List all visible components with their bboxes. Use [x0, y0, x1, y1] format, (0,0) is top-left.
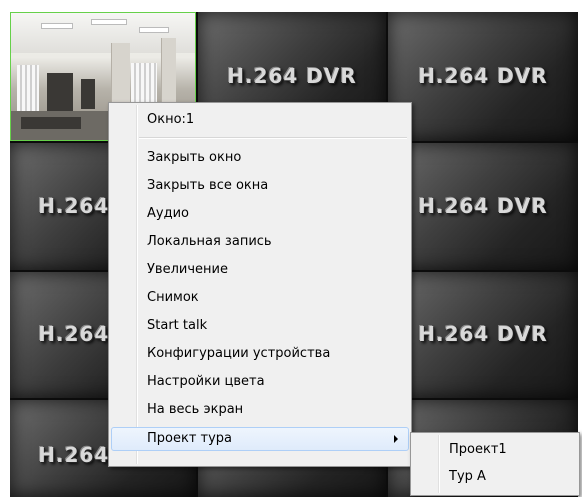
menu-item-color-settings[interactable]: Настройки цвета [111, 370, 409, 394]
menu-header-window: Окно:1 [147, 112, 195, 127]
menu-item-local-record[interactable]: Локальная запись [111, 230, 409, 254]
menu-item-label: Проект тура [147, 431, 233, 446]
menu-item-snapshot[interactable]: Снимок [111, 286, 409, 310]
menu-separator [139, 137, 407, 139]
video-window-3[interactable]: H.264 DVR [388, 12, 578, 141]
cell-label: H.264 DVR [418, 322, 548, 346]
menu-item-fullscreen[interactable]: На весь экран [111, 398, 409, 422]
menu-item-start-talk[interactable]: Start talk [111, 314, 409, 338]
cell-label: H.264 DVR [227, 63, 357, 88]
menu-item-zoom[interactable]: Увеличение [111, 258, 409, 282]
video-window-6[interactable]: H.264 DVR [388, 143, 578, 270]
menu-item-close-window[interactable]: Закрыть окно [111, 146, 409, 170]
submenu-item-tour-a[interactable]: Тур А [413, 465, 577, 489]
menu-item-close-all-windows[interactable]: Закрыть все окна [111, 174, 409, 198]
submenu-tour: Проект1 Тур А [410, 432, 580, 496]
menu-item-tour-project[interactable]: Проект тура [111, 427, 409, 451]
video-window-9[interactable]: H.264 DVR [388, 272, 578, 398]
chevron-right-icon [394, 435, 398, 443]
submenu-item-project1[interactable]: Проект1 [413, 438, 577, 462]
cell-label: H.264 DVR [418, 193, 548, 218]
menu-item-device-config[interactable]: Конфигурации устройства [111, 342, 409, 366]
context-menu: Окно:1 Закрыть окно Закрыть все окна Ауд… [108, 102, 412, 467]
menu-item-audio[interactable]: Аудио [111, 202, 409, 226]
cell-label: H.264 DVR [418, 63, 548, 88]
